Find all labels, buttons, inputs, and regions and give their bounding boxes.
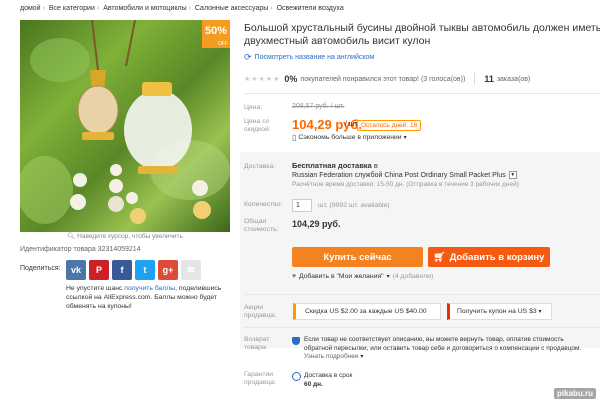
returns-more-link[interactable]: Узнать подробнее [304, 353, 359, 360]
discount-price-label: Цена со скидкой: [244, 118, 271, 133]
quantity-available-text: (9992 шт. available) [329, 202, 390, 209]
heart-icon: ♥ [292, 273, 297, 280]
zoom-hint-text: Наведите курсор, чтобы увеличить [77, 233, 183, 240]
share-icons: vk P f t g+ ✉ [66, 260, 201, 280]
translate-link[interactable]: ⟳ Посмотреть название на английском [244, 52, 374, 63]
price-label: Цена: [244, 104, 263, 111]
phone-icon: ▯ [292, 133, 297, 142]
breadcrumb-separator: › [270, 5, 273, 12]
vk-icon[interactable]: vk [66, 260, 86, 280]
clock-icon [292, 372, 301, 381]
quantity-available: шт. (9992 шт. available) [318, 202, 390, 209]
product-title: Большой хрустальный бусины двойной тыквы… [244, 22, 600, 48]
shield-icon [292, 337, 300, 345]
shipping-title: Бесплатная доставка в [292, 161, 378, 170]
bonus-prefix: Не упустите шанс [66, 285, 125, 292]
orders-count: 11 [484, 74, 494, 84]
total-label: Общая стоимость: [244, 218, 279, 233]
product-photo-art [20, 20, 230, 232]
days-left-badge: Осталось дней: 16 [357, 120, 422, 131]
pinterest-icon[interactable]: P [89, 260, 109, 280]
share-bonus-text: Не упустите шанс получить баллы, поделив… [66, 284, 236, 311]
breadcrumb: домой › Все категории › Автомобили и мотоц… [20, 5, 344, 12]
total-value: 104,29 руб. [292, 219, 341, 229]
breadcrumb-interior[interactable]: Салонные аксессуары [195, 5, 268, 12]
discount-badge-off: OFF [218, 41, 228, 47]
quantity-unit: шт. [318, 202, 328, 209]
shipping-title-suffix: в [373, 161, 378, 170]
product-title-line1: Большой хрустальный бусины двойной тыквы… [244, 22, 600, 34]
promo-coupon-text: Получить купон на US $3 [457, 308, 537, 315]
returns-text: Если товар не соответствует описанию, вы… [304, 336, 589, 362]
breadcrumb-all-categories[interactable]: Все категории [49, 5, 95, 12]
breadcrumb-separator: › [188, 5, 191, 12]
chevron-down-icon: ▾ [403, 135, 407, 141]
shipping-method[interactable]: Russian Federation службой China Post Or… [292, 171, 517, 179]
returns-label: Возврат товара: [244, 336, 270, 351]
product-title-line2: двухместный автомобиль висит кулон [244, 35, 431, 47]
guarantee-line1: Доставка в срок [304, 372, 353, 379]
shipping-method-text: Russian Federation службой China Post Or… [292, 171, 506, 179]
free-shipping-text: Бесплатная доставка [292, 161, 372, 170]
google-plus-icon[interactable]: g+ [158, 260, 178, 280]
old-price: 208,57 руб. / шт. [292, 103, 345, 110]
rating-liked-text[interactable]: покупателей понравился этот товар! (3 го… [300, 76, 465, 83]
chevron-down-icon: ▾ [538, 309, 542, 315]
discount-badge-percent: % [217, 25, 228, 37]
promo-discount[interactable]: Скидка US $2.00 за каждые US $40.00 [293, 303, 441, 320]
product-image[interactable]: 50% OFF [20, 20, 230, 232]
divider [244, 294, 600, 295]
facebook-icon[interactable]: f [112, 260, 132, 280]
add-to-cart-label: Добавить в корзину [449, 251, 545, 263]
guarantee-line2: 60 дн. [304, 381, 323, 388]
share-label: Поделиться: [20, 265, 61, 272]
promo-label: Акции продавца: [244, 304, 277, 319]
shipping-time: Расчётное время доставки: 15-50 дн. (Отп… [292, 181, 519, 188]
chevron-down-icon: ▾ [360, 354, 364, 360]
app-save-text: Сэкономь больше в приложении [298, 134, 402, 141]
orders-label: заказа(ов) [496, 75, 531, 83]
buy-now-button[interactable]: Купить сейчас [292, 247, 423, 267]
breadcrumb-separator: › [96, 5, 100, 12]
add-to-cart-button[interactable]: 🛒︎ Добавить в корзину [428, 247, 550, 267]
quantity-label: Количество: [244, 201, 283, 208]
guarantee-label: Гарантии продавца: [244, 371, 277, 386]
rating-stars: ★★★★★ [244, 76, 281, 83]
product-id: Идентификатор товара 32314059214 [20, 246, 141, 253]
discount-badge-value: 50 [204, 25, 218, 37]
breadcrumb-separator: › [42, 5, 45, 12]
rating-bar: ★★★★★ 0% покупателей понравился этот тов… [244, 73, 530, 85]
site-watermark: pikabu.ru [553, 388, 596, 399]
divider [244, 93, 600, 94]
app-save-link[interactable]: ▯ Сэкономь больше в приложении ▾ [292, 133, 407, 142]
wishlist-link[interactable]: ♥ Добавить в "Мои желания" ▾ (4 добавили… [292, 273, 433, 280]
translate-link-text: Посмотреть название на английском [254, 54, 375, 61]
promo-coupon[interactable]: Получить купон на US $3 ▾ [447, 303, 552, 320]
rating-percent: 0% [284, 74, 298, 84]
rating-separator [474, 73, 476, 85]
twitter-icon[interactable]: t [135, 260, 155, 280]
divider [244, 327, 600, 328]
discount-badge: 50% OFF [202, 20, 230, 48]
breadcrumb-fresheners[interactable]: Освежители воздуха [277, 5, 344, 12]
cart-icon: 🛒︎ [433, 251, 446, 263]
zoom-hint: 🔍︎ Наведите курсор, чтобы увеличить [20, 232, 230, 243]
bonus-link[interactable]: получить баллы [124, 285, 175, 292]
guarantee-text: Доставка в срок 60 дн. [304, 371, 352, 389]
wishlist-count: (4 добавили) [392, 273, 434, 280]
breadcrumb-home[interactable]: домой [20, 5, 41, 12]
breadcrumb-auto[interactable]: Автомобили и мотоциклы [103, 5, 186, 12]
shipping-label: Доставка: [244, 163, 276, 170]
shipping-dropdown-icon[interactable]: ▼ [508, 171, 517, 179]
wishlist-text: Добавить в "Мои желания" [299, 273, 384, 280]
email-icon[interactable]: ✉ [181, 260, 201, 280]
returns-text-body: Если товар не соответствует описанию, вы… [304, 336, 582, 352]
translate-icon: ⟳ [244, 52, 252, 62]
chevron-down-icon: ▾ [386, 274, 390, 280]
quantity-input[interactable]: 1 [292, 199, 312, 212]
magnifier-icon: 🔍︎ [67, 233, 76, 240]
